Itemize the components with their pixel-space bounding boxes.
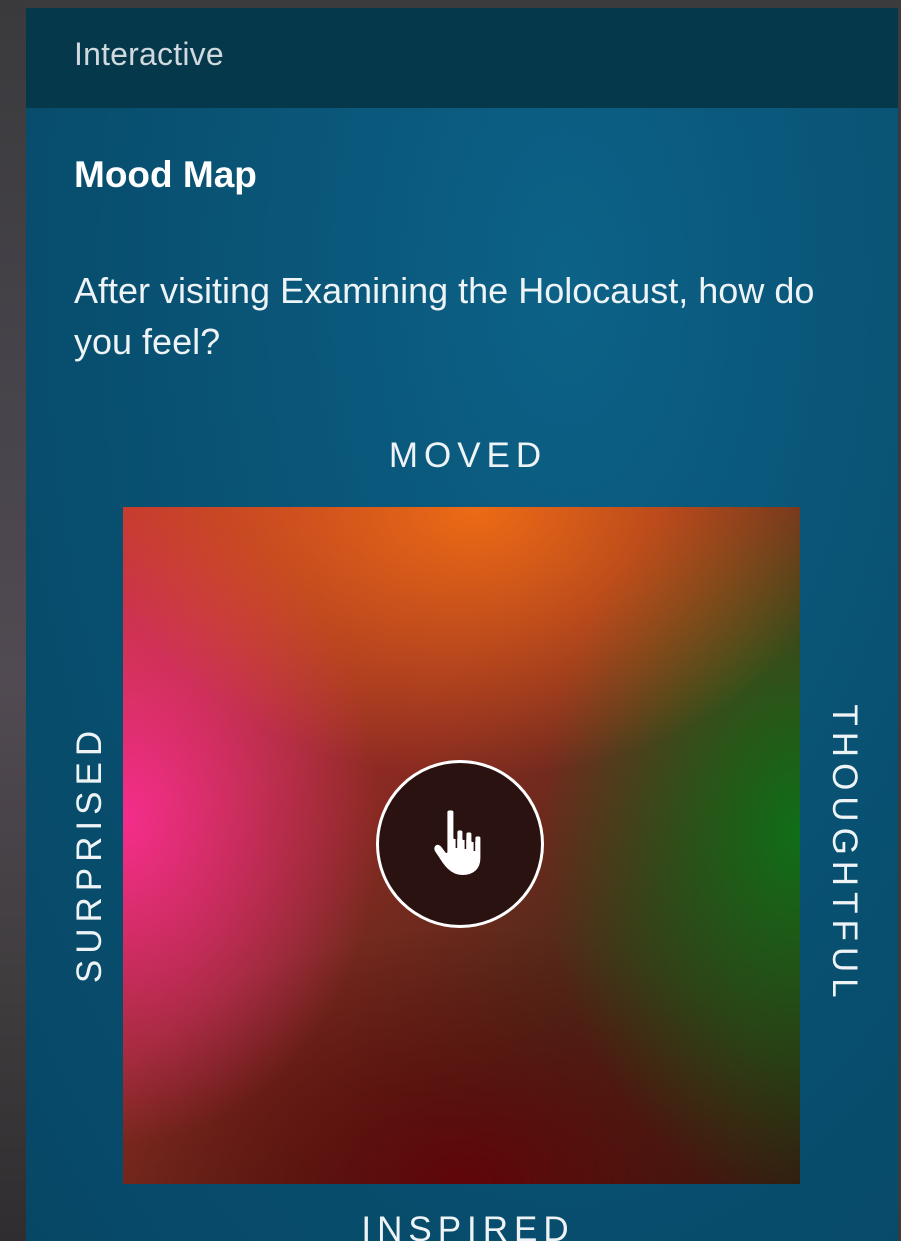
axis-label-moved: MOVED	[388, 436, 548, 475]
panel-header: Interactive	[26, 8, 898, 108]
window-left-edge	[0, 0, 26, 1241]
mood-map-grid[interactable]	[123, 507, 800, 1184]
mood-map-panel: Interactive Mood Map After visiting Exam…	[26, 8, 898, 1241]
mood-selector-handle[interactable]	[376, 760, 544, 928]
card-title: Mood Map	[74, 154, 257, 195]
axis-label-thoughtful: THOUGHTFUL	[825, 704, 864, 1004]
question-text: After visiting Examining the Holocaust, …	[74, 270, 815, 362]
axis-label-surprised: SURPRISED	[70, 724, 109, 984]
axis-label-inspired: INSPIRED	[361, 1210, 575, 1241]
header-title: Interactive	[74, 36, 224, 72]
pointing-hand-icon	[432, 808, 483, 877]
